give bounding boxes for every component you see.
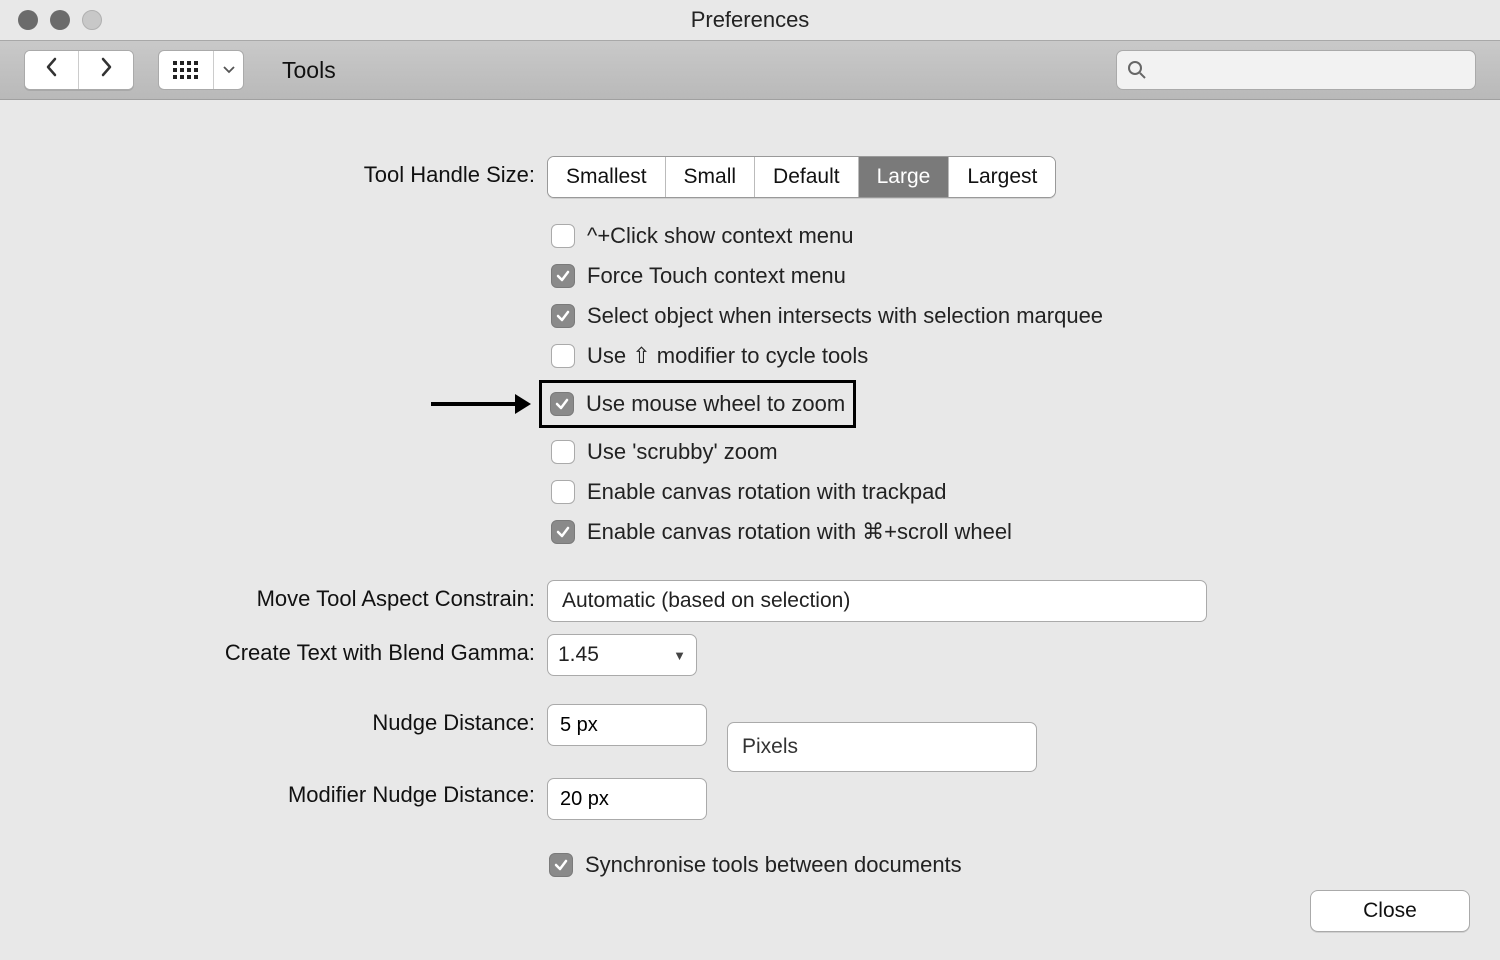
segment-large[interactable]: Large [859, 157, 950, 197]
blend-gamma-label: Create Text with Blend Gamma: [40, 634, 535, 666]
checkbox-label: Enable canvas rotation with trackpad [587, 479, 947, 505]
back-button[interactable] [25, 51, 79, 89]
checkbox-label: Force Touch context menu [587, 263, 846, 289]
checkbox-sync-tools[interactable]: Synchronise tools between documents [547, 848, 964, 882]
chevron-right-icon [98, 57, 114, 77]
checkbox-label: Enable canvas rotation with ⌘+scroll whe… [587, 519, 1012, 545]
checkbox-ctrl-click-context[interactable]: ^+Click show context menu [547, 216, 1107, 256]
checkbox-icon [551, 264, 575, 288]
checkbox-rotate-trackpad[interactable]: Enable canvas rotation with trackpad [547, 472, 1107, 512]
checkbox-icon [551, 520, 575, 544]
move-tool-aspect-value: Automatic (based on selection) [562, 589, 850, 613]
search-input[interactable] [1155, 59, 1465, 81]
nudge-distance-label: Nudge Distance: [40, 704, 535, 736]
show-all-dropdown [158, 50, 244, 90]
preferences-content: Tool Handle Size: Smallest Small Default… [0, 100, 1500, 902]
checkbox-force-touch-context[interactable]: Force Touch context menu [547, 256, 1107, 296]
checkbox-shift-cycle[interactable]: Use ⇧ modifier to cycle tools [547, 336, 1107, 376]
checkbox-label: Use ⇧ modifier to cycle tools [587, 343, 868, 369]
nudge-unit-select[interactable]: Pixels [727, 722, 1037, 772]
forward-button[interactable] [79, 51, 133, 89]
search-icon [1127, 60, 1147, 80]
checkbox-icon [550, 392, 574, 416]
segment-largest[interactable]: Largest [949, 157, 1055, 197]
close-button[interactable]: Close [1310, 890, 1470, 932]
blend-gamma-combo[interactable]: 1.45 ▼ [547, 634, 697, 676]
checkbox-select-intersect[interactable]: Select object when intersects with selec… [547, 296, 1107, 336]
move-tool-aspect-label: Move Tool Aspect Constrain: [40, 580, 535, 612]
checkbox-icon [551, 304, 575, 328]
show-all-menu-button[interactable] [213, 51, 243, 89]
preferences-toolbar: Tools [0, 40, 1500, 100]
move-tool-aspect-select[interactable]: Automatic (based on selection) [547, 580, 1207, 622]
minimize-window-icon[interactable] [50, 10, 70, 30]
highlight-box: Use mouse wheel to zoom [539, 380, 856, 428]
modifier-nudge-distance-input[interactable] [547, 778, 707, 820]
modifier-nudge-distance-label: Modifier Nudge Distance: [40, 772, 535, 808]
checkbox-label: Synchronise tools between documents [585, 852, 962, 878]
window-titlebar: Preferences [0, 0, 1500, 40]
search-field[interactable] [1116, 50, 1476, 90]
zoom-window-icon[interactable] [82, 10, 102, 30]
toolbar-section-title: Tools [282, 57, 336, 84]
show-all-button[interactable] [159, 51, 213, 89]
tools-form: Tool Handle Size: Smallest Small Default… [40, 120, 1460, 882]
checkbox-icon [551, 344, 575, 368]
window-controls [18, 10, 102, 30]
window-title: Preferences [0, 7, 1500, 33]
checkbox-wheel-zoom[interactable]: Use mouse wheel to zoom [550, 389, 845, 419]
checkbox-icon [551, 480, 575, 504]
checkbox-label: Use mouse wheel to zoom [586, 391, 845, 417]
checkbox-label: Select object when intersects with selec… [587, 303, 1103, 329]
checkbox-label: ^+Click show context menu [587, 223, 854, 249]
nudge-unit-value: Pixels [742, 735, 798, 759]
segment-small[interactable]: Small [666, 157, 756, 197]
close-window-icon[interactable] [18, 10, 38, 30]
tool-checkboxes: ^+Click show context menu Force Touch co… [547, 216, 1107, 552]
footer: Close [1310, 890, 1470, 932]
annotation-arrow-icon [431, 390, 531, 418]
highlighted-option-wrap: Use mouse wheel to zoom [539, 380, 1115, 428]
checkbox-scrubby-zoom[interactable]: Use 'scrubby' zoom [547, 432, 1107, 472]
chevron-left-icon [44, 57, 60, 77]
tool-handle-size-segmented: Smallest Small Default Large Largest [547, 156, 1056, 198]
checkbox-icon [551, 440, 575, 464]
checkbox-icon [551, 224, 575, 248]
checkbox-label: Use 'scrubby' zoom [587, 439, 778, 465]
nav-buttons [24, 50, 134, 90]
segment-smallest[interactable]: Smallest [548, 157, 666, 197]
chevron-down-icon: ▼ [673, 648, 686, 663]
checkbox-rotate-scroll[interactable]: Enable canvas rotation with ⌘+scroll whe… [547, 512, 1107, 552]
grid-icon [172, 60, 200, 80]
blend-gamma-value: 1.45 [558, 643, 599, 667]
tool-handle-size-label: Tool Handle Size: [40, 156, 535, 188]
nudge-distance-input[interactable] [547, 704, 707, 746]
checkbox-icon [549, 853, 573, 877]
segment-default[interactable]: Default [755, 157, 859, 197]
chevron-down-icon [223, 66, 235, 74]
